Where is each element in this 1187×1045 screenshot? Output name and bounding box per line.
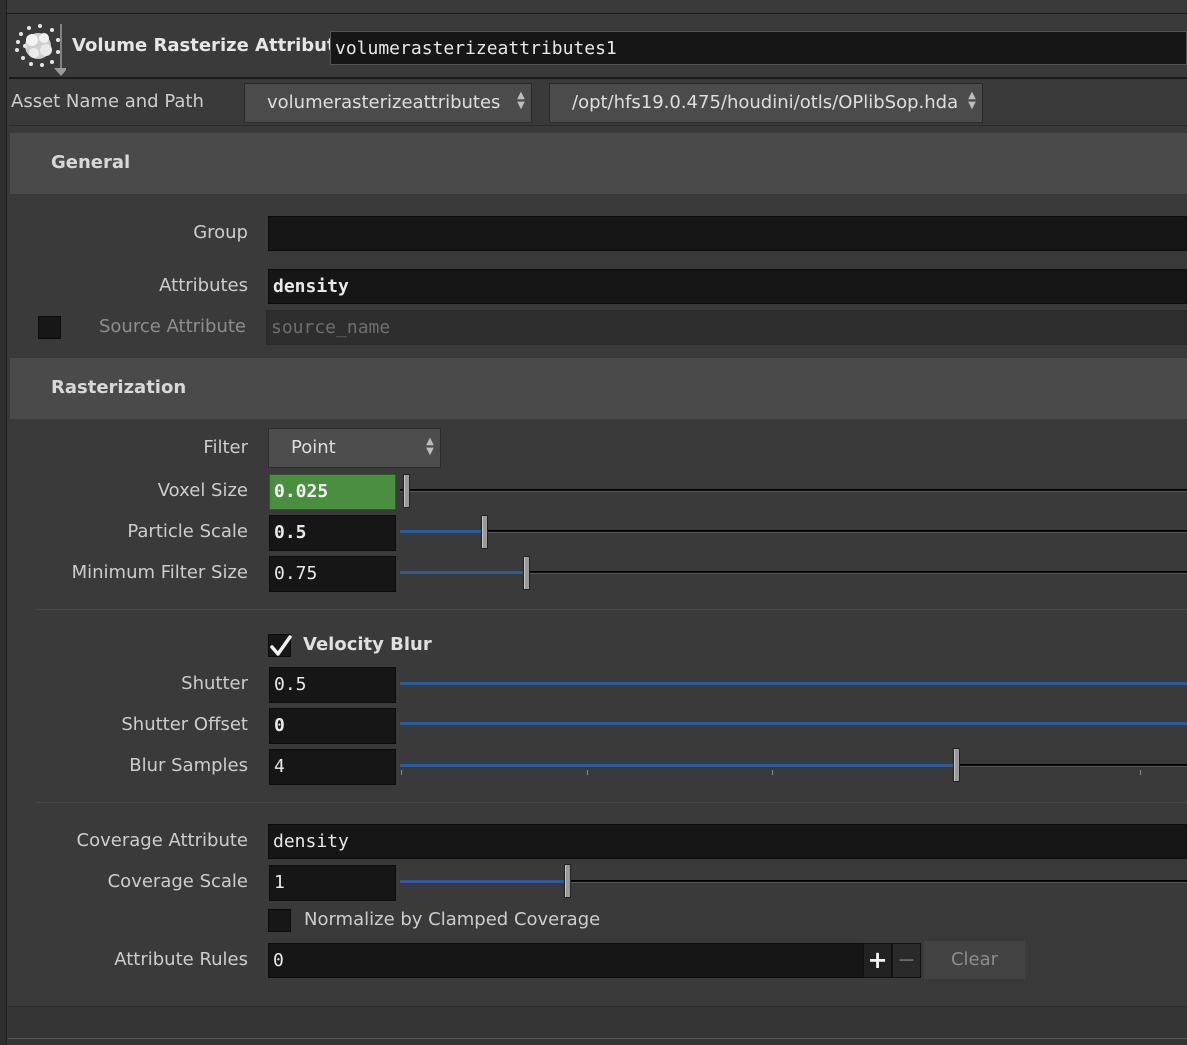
blur-samples-label: Blur Samples (129, 755, 248, 776)
general-section-header[interactable]: General (10, 133, 1187, 194)
asset-path-menu[interactable]: /opt/hfs19.0.475/houdini/otls/OPlibSop.h… (549, 83, 983, 123)
blur-samples-field[interactable]: 4 (269, 749, 396, 785)
coverage-scale-slider-fill (400, 880, 566, 883)
attributes-field[interactable]: density (268, 269, 1187, 304)
normalize-checkbox[interactable] (268, 909, 291, 932)
particle-scale-field[interactable]: 0.5 (269, 515, 396, 551)
rasterization-title: Rasterization (51, 377, 187, 398)
shutter-offset-label: Shutter Offset (121, 714, 248, 735)
add-rule-button[interactable]: + (863, 943, 892, 978)
asset-name-value: volumerasterizeattributes (267, 92, 501, 113)
coverage-scale-field[interactable]: 1 (269, 865, 396, 901)
particle-scale-slider-track[interactable] (400, 530, 1187, 533)
checkmark-icon (270, 635, 292, 656)
source-attribute-toggle[interactable] (38, 316, 61, 339)
blur-samples-tick (587, 770, 588, 775)
asset-label: Asset Name and Path (11, 91, 204, 112)
left-edge (0, 0, 7, 1045)
rasterization-divider-2 (36, 802, 1187, 803)
normalize-label: Normalize by Clamped Coverage (304, 909, 601, 930)
shutter-offset-slider-fill (400, 722, 1187, 725)
dropdown-arrows-icon: ▲ ▼ (968, 90, 976, 111)
coverage-attribute-field[interactable]: density (268, 824, 1187, 859)
rasterization-section-header[interactable]: Rasterization (10, 358, 1187, 419)
asset-name-menu[interactable]: volumerasterizeattributes (244, 83, 532, 123)
blur-samples-tick (401, 770, 402, 775)
remove-rule-button[interactable]: − (892, 943, 921, 978)
group-field[interactable] (268, 216, 1187, 251)
group-label: Group (193, 222, 248, 243)
blur-samples-tick (1140, 770, 1141, 775)
general-title: General (51, 152, 131, 173)
blur-samples-slider-fill (400, 764, 955, 767)
blur-samples-tick (772, 770, 773, 775)
voxel-size-field[interactable]: 0.025 (269, 474, 396, 510)
voxel-size-slider-track[interactable] (400, 489, 1187, 492)
filter-label: Filter (203, 437, 248, 458)
particle-scale-slider-fill (400, 530, 484, 533)
attribute-rules-label: Attribute Rules (114, 949, 248, 970)
coverage-scale-label: Coverage Scale (107, 871, 248, 892)
shutter-label: Shutter (181, 673, 248, 694)
dropdown-arrows-icon: ▲ ▼ (426, 436, 434, 457)
bottom-border (8, 1038, 1187, 1039)
source-attribute-field[interactable]: source_name (266, 310, 1187, 345)
shutter-field[interactable]: 0.5 (269, 667, 396, 703)
min-filter-size-field[interactable]: 0.75 (269, 556, 396, 592)
min-filter-size-slider-handle[interactable] (523, 556, 530, 590)
min-filter-size-slider-fill (400, 571, 525, 574)
header-divider (9, 77, 1187, 79)
asset-divider (9, 125, 1187, 126)
shutter-slider-fill (400, 682, 1187, 685)
attribute-rules-field[interactable]: 0 (268, 943, 864, 978)
clear-rules-button[interactable]: Clear (923, 940, 1026, 980)
node-type-label: Volume Rasterize Attributes (72, 35, 359, 56)
node-name-field[interactable]: volumerasterizeattributes1 (330, 31, 1187, 65)
dropdown-arrows-icon: ▲ ▼ (517, 90, 525, 111)
blur-samples-slider-handle[interactable] (953, 748, 960, 782)
top-border (0, 0, 1187, 14)
rasterization-divider-1 (36, 609, 1187, 610)
voxel-size-slider-handle[interactable] (403, 474, 410, 508)
coverage-attribute-label: Coverage Attribute (76, 830, 248, 851)
filter-menu[interactable]: Point (268, 428, 441, 468)
coverage-scale-slider-handle[interactable] (564, 864, 571, 898)
source-attribute-label: Source Attribute (98, 316, 246, 337)
velocity-blur-label: Velocity Blur (303, 634, 432, 655)
attributes-label: Attributes (159, 275, 248, 296)
volume-node-icon[interactable] (12, 20, 68, 76)
voxel-size-label: Voxel Size (157, 480, 248, 501)
min-filter-size-label: Minimum Filter Size (71, 562, 248, 583)
velocity-blur-checkbox[interactable] (268, 634, 292, 657)
asset-path-value: /opt/hfs19.0.475/houdini/otls/OPlibSop.h… (572, 92, 959, 113)
filter-value: Point (291, 437, 336, 458)
particle-scale-label: Particle Scale (127, 521, 248, 542)
bottom-panel (8, 1006, 1187, 1045)
shutter-offset-field[interactable]: 0 (269, 708, 396, 744)
particle-scale-slider-handle[interactable] (481, 515, 488, 549)
